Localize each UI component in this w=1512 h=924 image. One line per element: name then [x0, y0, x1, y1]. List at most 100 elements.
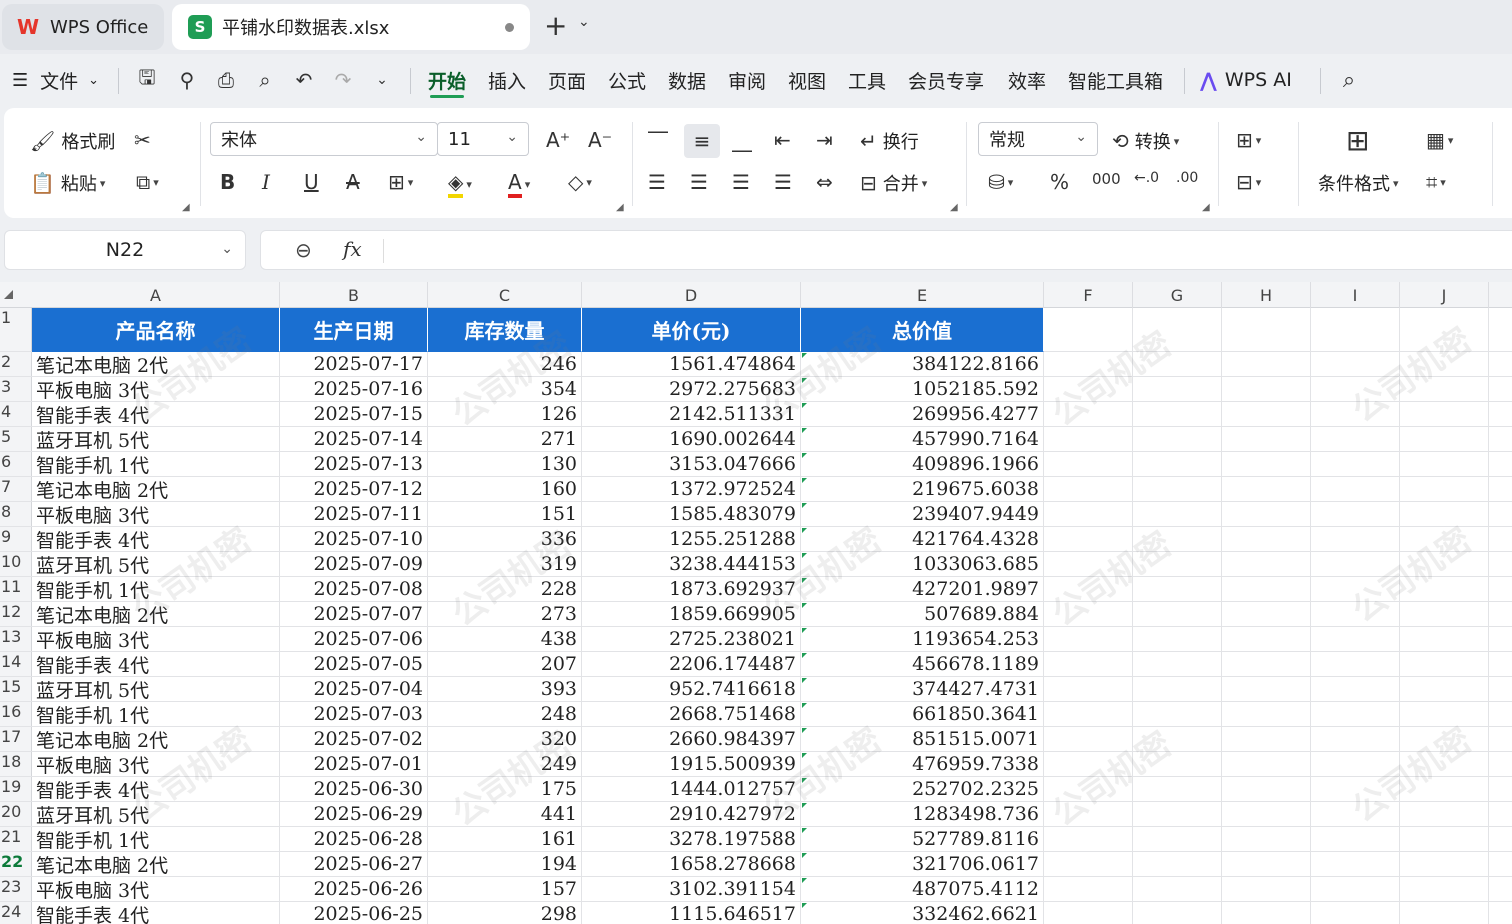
cell-production-date[interactable]: 2025-07-11	[280, 502, 428, 527]
italic-button[interactable]: I	[262, 170, 270, 194]
cell-unit-price[interactable]: 1255.251288	[582, 527, 801, 552]
cell-production-date[interactable]: 2025-07-14	[280, 427, 428, 452]
header-stock-qty[interactable]: 库存数量	[428, 308, 582, 352]
cell-total-value[interactable]: 321706.0617	[801, 852, 1044, 877]
spreadsheet-grid[interactable]: ABCDEFGHIJ 1 2 3 4 5 6 7 8 9 10 11 12 13 14 15 16 17 18 19…	[0, 282, 1512, 924]
cell-production-date[interactable]: 2025-06-27	[280, 852, 428, 877]
cell-unit-price[interactable]: 3238.444153	[582, 552, 801, 577]
font-size-select[interactable]: 11 ⌄	[437, 122, 529, 156]
row-header-2[interactable]: 2	[0, 352, 32, 377]
cell-total-value[interactable]: 661850.3641	[801, 702, 1044, 727]
cell-product-name[interactable]: 智能手机 1代	[32, 702, 280, 727]
row-header-12[interactable]: 12	[0, 602, 32, 627]
cell-production-date[interactable]: 2025-07-01	[280, 752, 428, 777]
row-header-16[interactable]: 16	[0, 702, 32, 727]
cell-unit-price[interactable]: 1915.500939	[582, 752, 801, 777]
formula-bar[interactable]: ⊖ fx	[260, 230, 1512, 270]
cell-total-value[interactable]: 219675.6038	[801, 477, 1044, 502]
cell-product-name[interactable]: 笔记本电脑 2代	[32, 852, 280, 877]
font-dialog-launcher-icon[interactable]: ◢	[616, 202, 624, 213]
row-header-22[interactable]: 22	[0, 852, 32, 877]
tab-insert[interactable]: 插入	[488, 54, 526, 106]
cell-stock-qty[interactable]: 157	[428, 877, 582, 902]
row-header-4[interactable]: 4	[0, 402, 32, 427]
cell-stock-qty[interactable]: 320	[428, 727, 582, 752]
cell-total-value[interactable]: 1193654.253	[801, 627, 1044, 652]
cell-stock-qty[interactable]: 354	[428, 377, 582, 402]
column-header-a[interactable]: A	[32, 282, 280, 308]
cell-product-name[interactable]: 笔记本电脑 2代	[32, 352, 280, 377]
cell-total-value[interactable]: 252702.2325	[801, 777, 1044, 802]
increase-font-button[interactable]: A⁺	[546, 128, 570, 152]
cell-product-name[interactable]: 智能手机 1代	[32, 827, 280, 852]
cell-total-value[interactable]: 427201.9897	[801, 577, 1044, 602]
cell-product-name[interactable]: 蓝牙耳机 5代	[32, 427, 280, 452]
convert-button[interactable]: ⟲ 转换 ▾	[1112, 128, 1179, 154]
justify-button[interactable]: ☰	[774, 170, 792, 194]
tab-wps-office[interactable]: W WPS Office	[2, 4, 164, 50]
cell-product-name[interactable]: 智能手表 4代	[32, 902, 280, 924]
cell-production-date[interactable]: 2025-06-30	[280, 777, 428, 802]
column-header-d[interactable]: D	[582, 282, 801, 308]
increase-indent-button[interactable]: ⇥	[816, 128, 833, 152]
cell-total-value[interactable]: 384122.8166	[801, 352, 1044, 377]
cell-production-date[interactable]: 2025-07-16	[280, 377, 428, 402]
merge-cells-button[interactable]: ⊟ 合并 ▾	[860, 170, 927, 196]
align-top-button[interactable]: ⎺	[648, 128, 668, 152]
cell-stock-qty[interactable]: 441	[428, 802, 582, 827]
tab-view[interactable]: 视图	[788, 54, 826, 106]
cell-unit-price[interactable]: 1372.972524	[582, 477, 801, 502]
cell-unit-price[interactable]: 1585.483079	[582, 502, 801, 527]
tab-home[interactable]: 开始	[428, 54, 466, 106]
column-header-c[interactable]: C	[428, 282, 582, 308]
cell-production-date[interactable]: 2025-06-26	[280, 877, 428, 902]
align-bottom-button[interactable]: ⎽	[732, 128, 752, 152]
cell-style-button[interactable]: ▦ ▾	[1426, 128, 1453, 152]
cell-production-date[interactable]: 2025-07-17	[280, 352, 428, 377]
row-header-10[interactable]: 10	[0, 552, 32, 577]
cell-stock-qty[interactable]: 248	[428, 702, 582, 727]
row-header-11[interactable]: 11	[0, 577, 32, 602]
cell-total-value[interactable]: 239407.9449	[801, 502, 1044, 527]
cell-total-value[interactable]: 851515.0071	[801, 727, 1044, 752]
cell-production-date[interactable]: 2025-07-08	[280, 577, 428, 602]
borders-button[interactable]: ⊞ ▾	[388, 170, 413, 194]
cell-production-date[interactable]: 2025-07-06	[280, 627, 428, 652]
decrease-indent-button[interactable]: ⇤	[774, 128, 791, 152]
tab-efficiency[interactable]: 效率	[1008, 54, 1046, 106]
conditional-format-button[interactable]: 条件格式 ▾	[1318, 170, 1399, 196]
name-box[interactable]: N22 ⌄	[4, 230, 246, 270]
cell-product-name[interactable]: 智能手表 4代	[32, 402, 280, 427]
cell-production-date[interactable]: 2025-07-12	[280, 477, 428, 502]
cell-unit-price[interactable]: 3153.047666	[582, 452, 801, 477]
cell-product-name[interactable]: 平板电脑 3代	[32, 502, 280, 527]
tab-review[interactable]: 审阅	[728, 54, 766, 106]
row-header-7[interactable]: 7	[0, 477, 32, 502]
cell-total-value[interactable]: 421764.4328	[801, 527, 1044, 552]
cell-product-name[interactable]: 平板电脑 3代	[32, 627, 280, 652]
cell-production-date[interactable]: 2025-07-03	[280, 702, 428, 727]
select-all-icon[interactable]	[4, 290, 13, 299]
clipboard-dialog-launcher-icon[interactable]: ◢	[182, 202, 190, 213]
cell-product-name[interactable]: 蓝牙耳机 5代	[32, 552, 280, 577]
align-right-button[interactable]: ☰	[732, 170, 750, 194]
cell-stock-qty[interactable]: 130	[428, 452, 582, 477]
font-name-select[interactable]: 宋体 ⌄	[210, 122, 438, 156]
cell-stock-qty[interactable]: 161	[428, 827, 582, 852]
align-middle-button[interactable]: ≡	[684, 124, 720, 158]
strikethrough-button[interactable]: A	[346, 170, 360, 194]
distribute-button[interactable]: ⇔	[816, 170, 833, 194]
crop-button[interactable]: ⌗ ▾	[1426, 170, 1446, 194]
cell-stock-qty[interactable]: 393	[428, 677, 582, 702]
row-column-button[interactable]: ⊞ ▾	[1236, 128, 1261, 152]
row-header-1[interactable]: 1	[0, 308, 32, 352]
cell-stock-qty[interactable]: 160	[428, 477, 582, 502]
cut-button[interactable]: ✂	[134, 128, 151, 152]
cell-unit-price[interactable]: 2206.174487	[582, 652, 801, 677]
align-left-button[interactable]: ☰	[648, 170, 666, 194]
cell-unit-price[interactable]: 2972.275683	[582, 377, 801, 402]
cell-unit-price[interactable]: 1873.692937	[582, 577, 801, 602]
cell-stock-qty[interactable]: 151	[428, 502, 582, 527]
row-header-17[interactable]: 17	[0, 727, 32, 752]
cell-stock-qty[interactable]: 249	[428, 752, 582, 777]
